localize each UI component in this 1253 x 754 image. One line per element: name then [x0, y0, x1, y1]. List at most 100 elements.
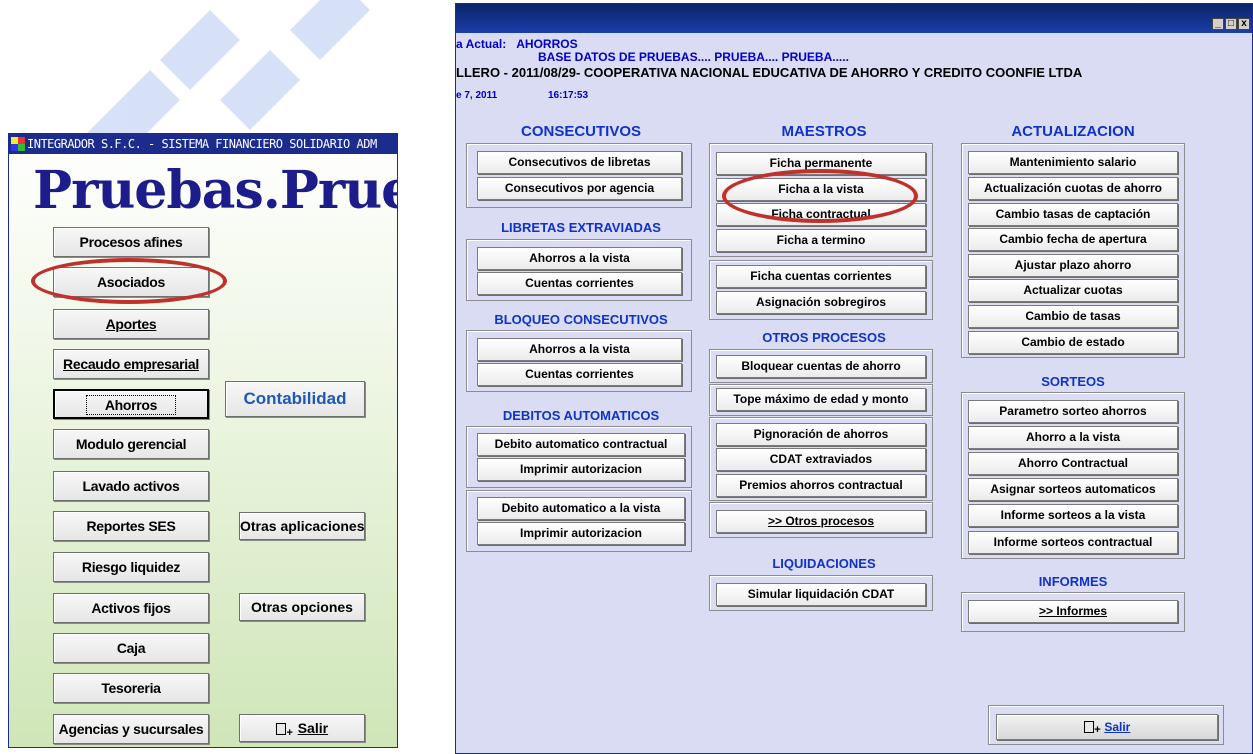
imprimir-autorizacion-contractual-button[interactable]: Imprimir autorizacion [477, 458, 685, 481]
informes-button[interactable]: >> Informes [968, 600, 1178, 623]
actualizacion-cuotas-ahorro-button[interactable]: Actualización cuotas de ahorro [968, 177, 1178, 200]
simular-liquidacion-cdat-button[interactable]: Simular liquidación CDAT [716, 583, 926, 606]
tope-maximo-button[interactable]: Tope máximo de edad y monto [716, 388, 926, 411]
button-label: Salir [1104, 720, 1131, 734]
ficha-contractual-button[interactable]: Ficha contractual [716, 203, 926, 226]
header-module-line: a Actual: AHORROS [456, 37, 578, 51]
otras-aplicaciones-button[interactable]: Otras aplicaciones [239, 512, 365, 540]
ficha-termino-button[interactable]: Ficha a termino [716, 229, 926, 252]
actualizar-cuotas-button[interactable]: Actualizar cuotas [968, 279, 1178, 302]
button-label: >> Informes [1038, 604, 1108, 618]
bloquear-cuentas-ahorro-button[interactable]: Bloquear cuentas de ahorro [716, 355, 926, 378]
main-menu-titlebar: INTEGRADOR S.F.C. - SISTEMA FINANCIERO S… [9, 134, 397, 154]
main-menu-title: INTEGRADOR S.F.C. - SISTEMA FINANCIERO S… [27, 137, 377, 151]
informe-sorteos-vista-button[interactable]: Informe sorteos a la vista [968, 504, 1178, 527]
debito-automatico-vista-button[interactable]: Debito automatico a la vista [477, 497, 685, 520]
ficha-cuentas-corrientes-button[interactable]: Ficha cuentas corrientes [716, 265, 926, 288]
mantenimiento-salario-button[interactable]: Mantenimiento salario [968, 151, 1178, 174]
ficha-permanente-button[interactable]: Ficha permanente [716, 152, 926, 175]
bloqueo-ahorros-vista-button[interactable]: Ahorros a la vista [477, 338, 682, 361]
cambio-fecha-apertura-button[interactable]: Cambio fecha de apertura [968, 228, 1178, 251]
sorteos-title: SORTEOS [1041, 374, 1105, 389]
sorteo-ahorro-contractual-button[interactable]: Ahorro Contractual [968, 452, 1178, 475]
minimize-icon[interactable]: _ [1212, 18, 1224, 30]
database-name-title: Pruebas.Prueb [33, 160, 397, 221]
module-salir-button[interactable]: Salir [996, 714, 1218, 740]
asignacion-sobregiros-button[interactable]: Asignación sobregiros [716, 291, 926, 314]
actualizacion-title: ACTUALIZACION [1011, 123, 1135, 140]
recaudo-empresarial-button[interactable]: Recaudo empresarial [53, 349, 209, 379]
bloqueo-cuentas-corrientes-button[interactable]: Cuentas corrientes [477, 363, 682, 386]
app-icon [11, 137, 25, 151]
otros-procesos-button[interactable]: >> Otros procesos [716, 510, 926, 533]
button-label: Modulo gerencial [75, 436, 187, 452]
database-line: BASE DATOS DE PRUEBAS.... PRUEBA.... PRU… [538, 50, 849, 64]
maestros-title: MAESTROS [781, 123, 867, 140]
consecutivos-agencia-button[interactable]: Consecutivos por agencia [477, 177, 682, 200]
time-text: 16:17:53 [548, 90, 589, 101]
premios-ahorros-contractual-button[interactable]: Premios ahorros contractual [716, 474, 926, 497]
ajustar-plazo-ahorro-button[interactable]: Ajustar plazo ahorro [968, 254, 1178, 277]
button-label: Agencias y sucursales [58, 721, 204, 737]
button-label: Aportes [105, 316, 157, 332]
riesgo-liquidez-button[interactable]: Riesgo liquidez [53, 552, 209, 582]
sorteo-ahorro-vista-button[interactable]: Ahorro a la vista [968, 426, 1178, 449]
modulo-gerencial-button[interactable]: Modulo gerencial [53, 429, 209, 459]
exit-door-icon [275, 720, 293, 746]
exit-door-icon [1083, 718, 1101, 739]
cdat-extraviados-button[interactable]: CDAT extraviados [716, 448, 926, 471]
ahorros-button[interactable]: Ahorros [53, 389, 209, 419]
caja-button[interactable]: Caja [53, 633, 209, 663]
button-label: Reportes SES [86, 518, 176, 534]
cambio-tasas-captacion-button[interactable]: Cambio tasas de captación [968, 203, 1178, 226]
liquidaciones-title: LIQUIDACIONES [772, 556, 876, 571]
close-icon[interactable]: x [1238, 18, 1250, 30]
imprimir-autorizacion-vista-button[interactable]: Imprimir autorizacion [477, 522, 685, 545]
button-label: Activos fijos [91, 600, 171, 616]
maximize-icon[interactable]: □ [1225, 18, 1237, 30]
button-label: Tesoreria [101, 680, 161, 696]
button-label: Riesgo liquidez [81, 559, 181, 575]
consecutivos-libretas-button[interactable]: Consecutivos de libretas [477, 151, 682, 174]
date-text: e 7, 2011 [456, 90, 498, 101]
ficha-vista-button[interactable]: Ficha a la vista [716, 178, 926, 201]
libretas-extraviadas-title: LIBRETAS EXTRAVIADAS [501, 220, 661, 235]
lavado-activos-button[interactable]: Lavado activos [53, 471, 209, 501]
reportes-ses-button[interactable]: Reportes SES [53, 511, 209, 541]
libretas-ahorros-vista-button[interactable]: Ahorros a la vista [477, 247, 682, 270]
button-label: >> Otros procesos [767, 514, 875, 528]
ahorros-module-window: _ □ x a Actual: AHORROS BASE DATOS DE PR… [455, 3, 1253, 754]
parametro-sorteo-ahorros-button[interactable]: Parametro sorteo ahorros [968, 400, 1178, 423]
asociados-button[interactable]: Asociados [53, 267, 209, 297]
cambio-estado-button[interactable]: Cambio de estado [968, 331, 1178, 354]
aportes-button[interactable]: Aportes [53, 309, 209, 339]
pignoracion-ahorros-button[interactable]: Pignoración de ahorros [716, 423, 926, 446]
otras-opciones-button[interactable]: Otras opciones [239, 593, 365, 621]
debitos-automaticos-title: DEBITOS AUTOMATICOS [502, 408, 660, 423]
module-titlebar: _ □ x [456, 4, 1252, 33]
informes-title: INFORMES [1038, 574, 1108, 589]
contabilidad-button[interactable]: Contabilidad [225, 381, 365, 417]
informe-sorteos-contractual-button[interactable]: Informe sorteos contractual [968, 531, 1178, 554]
agencias-sucursales-button[interactable]: Agencias y sucursales [53, 714, 209, 744]
module-label: a Actual: [456, 37, 507, 51]
button-label: Salir [297, 720, 329, 736]
otros-procesos-title: OTROS PROCESOS [762, 330, 886, 345]
company-line: LLERO - 2011/08/29- COOPERATIVA NACIONAL… [456, 65, 1083, 80]
tesoreria-button[interactable]: Tesoreria [53, 673, 209, 703]
asignar-sorteos-automaticos-button[interactable]: Asignar sorteos automaticos [968, 478, 1178, 501]
debito-automatico-contractual-button[interactable]: Debito automatico contractual [477, 433, 685, 456]
button-label: Ahorros [85, 395, 177, 415]
activos-fijos-button[interactable]: Activos fijos [53, 593, 209, 623]
module-value: AHORROS [516, 37, 578, 51]
button-label: Procesos afines [79, 234, 183, 250]
consecutivos-title: CONSECUTIVOS [520, 123, 641, 140]
window-controls: _ □ x [1212, 18, 1250, 30]
cambio-tasas-button[interactable]: Cambio de tasas [968, 305, 1178, 328]
main-menu-window: INTEGRADOR S.F.C. - SISTEMA FINANCIERO S… [8, 133, 398, 748]
bloqueo-consecutivos-title: BLOQUEO CONSECUTIVOS [494, 312, 668, 327]
salir-button[interactable]: Salir [239, 714, 365, 746]
procesos-afines-button[interactable]: Procesos afines [53, 227, 209, 257]
button-label: Recaudo empresarial [63, 356, 199, 372]
libretas-cuentas-corrientes-button[interactable]: Cuentas corrientes [477, 272, 682, 295]
